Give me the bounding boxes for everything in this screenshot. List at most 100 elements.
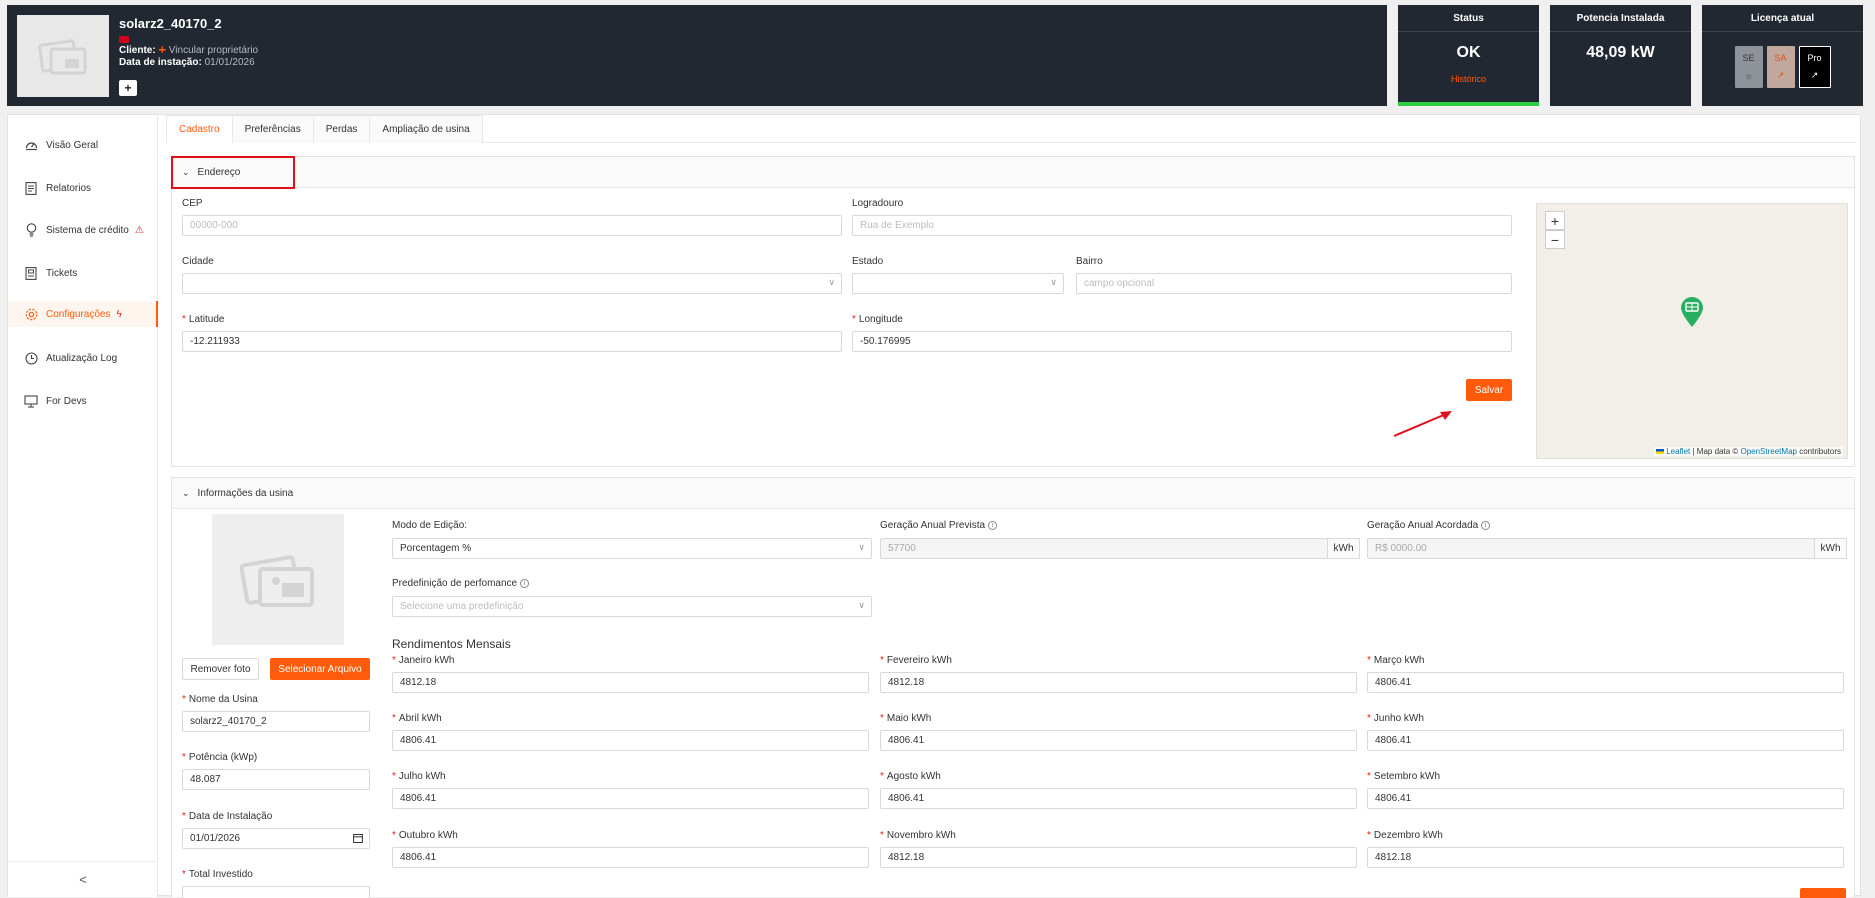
remove-photo-button[interactable]: Remover foto [182, 658, 259, 680]
month-label: * Novembro kWh [880, 830, 956, 841]
longitude-input[interactable]: -50.176995 [852, 331, 1512, 352]
info-icon[interactable]: i [1481, 520, 1491, 530]
annual-forecast-input: 57700 [880, 538, 1328, 559]
annual-forecast-unit: kWh [1327, 538, 1360, 559]
month-input[interactable]: 4806.41 [1367, 730, 1844, 751]
street-input[interactable]: Rua de Exemplo [852, 215, 1512, 236]
save-button-partial[interactable] [1800, 888, 1846, 898]
location-map[interactable]: + − Leaflet | Map data © OpenStreetMap c… [1536, 203, 1848, 459]
info-icon[interactable]: i [988, 520, 998, 530]
tab-losses[interactable]: Perdas [312, 115, 371, 143]
zoom-out-button[interactable]: − [1545, 230, 1565, 249]
month-input[interactable]: 4806.41 [1367, 788, 1844, 809]
sidebar-item-for-devs[interactable]: For Devs [8, 388, 158, 414]
image-placeholder-icon [239, 554, 314, 607]
total-invested-input[interactable] [182, 886, 370, 898]
sun-icon: ☼ [1744, 71, 1753, 81]
report-icon [24, 181, 38, 195]
edit-mode-select[interactable]: Porcentagem % ∨ [392, 538, 872, 559]
latitude-input[interactable]: -12.211933 [182, 331, 842, 352]
plant-photo [212, 514, 344, 645]
tab-cadastro[interactable]: Cadastro [166, 115, 233, 143]
performance-preset-label: Predefinição de perfomance i [392, 578, 530, 589]
install-date-value: 01/01/2026 [204, 57, 255, 68]
monthly-yields-title: Rendimentos Mensais [392, 637, 511, 651]
dashboard-icon [24, 138, 38, 152]
install-date-input[interactable]: 01/01/2026 [182, 828, 370, 849]
month-input[interactable]: 4806.41 [880, 730, 1357, 751]
month-label: * Março kWh [1367, 655, 1425, 666]
status-card: Status OK Histórico [1398, 5, 1539, 106]
warning-icon: ⚠ [134, 224, 144, 236]
annual-agreed-unit: kWh [1814, 538, 1847, 559]
license-se: SE ☼ [1734, 46, 1763, 88]
city-label: Cidade [182, 256, 214, 267]
calendar-icon[interactable] [353, 833, 363, 846]
month-input[interactable]: 4806.41 [880, 788, 1357, 809]
license-pro: Pro ↗ [1798, 46, 1831, 88]
month-input[interactable]: 4806.41 [1367, 672, 1844, 693]
rocket-icon: ↗ [1776, 70, 1785, 81]
state-select[interactable]: ∨ [852, 273, 1064, 294]
leaflet-link[interactable]: Leaflet [1666, 447, 1690, 456]
performance-preset-select[interactable]: Selecione uma predefinição ∨ [392, 596, 872, 617]
save-button[interactable]: Salvar [1466, 379, 1512, 401]
sidebar-item-update-log[interactable]: Atualização Log [8, 345, 158, 371]
add-user-icon: ➕︎ [158, 45, 167, 56]
license-card-title: Licença atual [1750, 13, 1815, 24]
city-select[interactable]: ∨ [182, 273, 842, 294]
month-input[interactable]: 4812.18 [392, 672, 869, 693]
zoom-in-button[interactable]: + [1545, 211, 1565, 230]
month-input[interactable]: 4812.18 [880, 847, 1357, 868]
sidebar-item-credit-system[interactable]: Sistema de crédito ⚠ [8, 217, 158, 243]
month-label: * Fevereiro kWh [880, 655, 952, 666]
select-file-button[interactable]: Selecionar Arquivo [270, 658, 370, 680]
month-input[interactable]: 4812.18 [880, 672, 1357, 693]
month-input[interactable]: 4806.41 [392, 730, 869, 751]
add-button[interactable]: + [119, 80, 137, 96]
longitude-label: * Longitude [852, 314, 903, 325]
sidebar: Visão Geral Relatorios Sistema de crédit… [8, 115, 158, 897]
link-owner-link[interactable]: Vincular proprietário [169, 45, 258, 56]
collapse-sidebar-button[interactable]: < [8, 861, 158, 897]
power-input[interactable]: 48.087 [182, 769, 370, 790]
latitude-label: * Latitude [182, 314, 225, 325]
month-label: * Setembro kWh [1367, 771, 1441, 782]
annual-forecast-label: Geração Anual Prevista i [880, 520, 998, 531]
client-label: Cliente: [119, 45, 156, 56]
status-value: OK [1456, 44, 1481, 61]
map-marker-icon[interactable] [1679, 296, 1705, 328]
month-input[interactable]: 4806.41 [392, 788, 869, 809]
image-placeholder-icon [38, 39, 87, 75]
plant-name-input[interactable]: solarz2_40170_2 [182, 711, 370, 732]
osm-link[interactable]: OpenStreetMap [1740, 447, 1796, 456]
month-label: * Agosto kWh [880, 771, 941, 782]
plant-image-placeholder [17, 15, 109, 97]
plant-info-section-header[interactable]: ⌄ Informações da usina [172, 478, 1854, 509]
chevron-down-icon: ∨ [858, 600, 865, 610]
address-section-header[interactable]: ⌄ Endereço [172, 157, 1854, 188]
info-icon[interactable]: i [520, 578, 530, 588]
install-date-line: Data de instação: 01/01/2026 [119, 57, 255, 68]
status-card-title: Status [1453, 13, 1484, 24]
district-input[interactable]: campo opcional [1076, 273, 1512, 294]
sidebar-item-tickets[interactable]: Tickets [8, 260, 158, 286]
chevron-down-icon: ∨ [828, 277, 835, 287]
month-input[interactable]: 4812.18 [1367, 847, 1844, 868]
month-label: * Julho kWh [392, 771, 446, 782]
cep-input[interactable]: 00000-000 [182, 215, 842, 236]
license-sa: SA ↗ [1766, 46, 1795, 88]
tab-preferences[interactable]: Preferências [231, 115, 314, 143]
history-link[interactable]: Histórico [1398, 74, 1539, 84]
month-label: * Janeiro kWh [392, 655, 455, 666]
sidebar-item-settings[interactable]: Configurações ϟ [8, 301, 158, 327]
install-date-label: Data de instação: [119, 57, 202, 68]
leaflet-flag-icon [1656, 449, 1664, 455]
sidebar-item-overview[interactable]: Visão Geral [8, 132, 158, 158]
tab-plant-expansion[interactable]: Ampliação de usina [369, 115, 483, 143]
alert-flag-icon [119, 36, 129, 43]
month-input[interactable]: 4806.41 [392, 847, 869, 868]
month-label: * Maio kWh [880, 713, 932, 724]
installed-power-value: 48,09 kW [1586, 44, 1655, 61]
sidebar-item-reports[interactable]: Relatorios [8, 175, 158, 201]
